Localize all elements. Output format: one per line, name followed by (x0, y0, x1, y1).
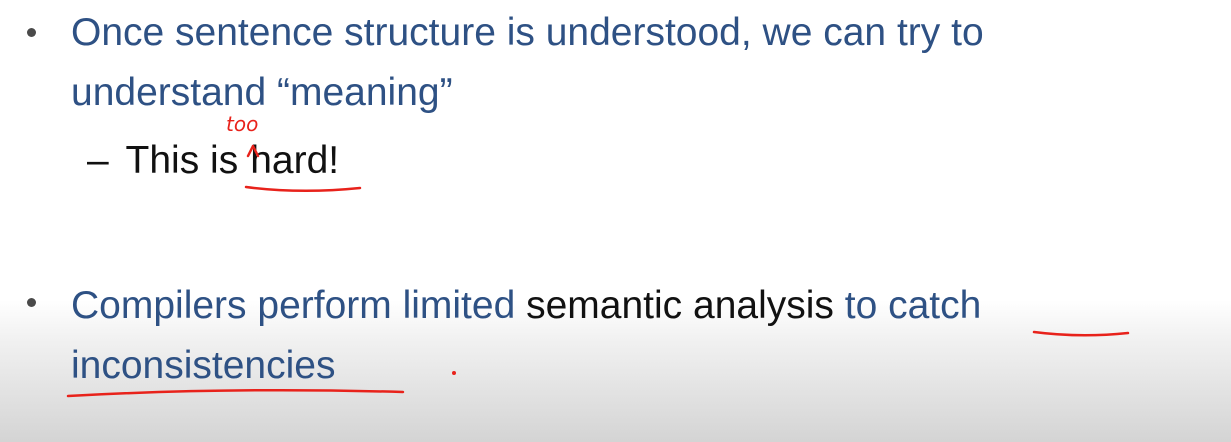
bullet-point-1 (27, 28, 36, 37)
ink-dot (452, 371, 456, 375)
bullet-2-text-b: to catch (833, 284, 982, 327)
bullet-2-text-highlight: semantic analysis (526, 284, 834, 327)
underline-catch (1032, 330, 1130, 337)
bullet-2-line-1: Compilers perform limited semantic analy… (71, 283, 981, 329)
bullet-1-line-2: understand “meaning” (71, 71, 453, 114)
bullet-2-text-a: Compilers perform limited (71, 284, 527, 327)
underline-inconsistencies (66, 388, 405, 398)
bullet-1-line-1: Once sentence structure is understood, w… (71, 11, 984, 54)
sub-bullet-text-start: This is (125, 139, 239, 182)
sub-bullet-text-end: hard! (250, 139, 340, 182)
sub-bullet: – This is hard! (87, 138, 339, 184)
underline-hard (244, 185, 362, 193)
bullet-2-line-2: inconsistencies (71, 344, 336, 387)
sub-bullet-dash: – (87, 139, 109, 182)
slide: Once sentence structure is understood, w… (0, 0, 1231, 442)
bullet-point-2 (27, 298, 36, 307)
